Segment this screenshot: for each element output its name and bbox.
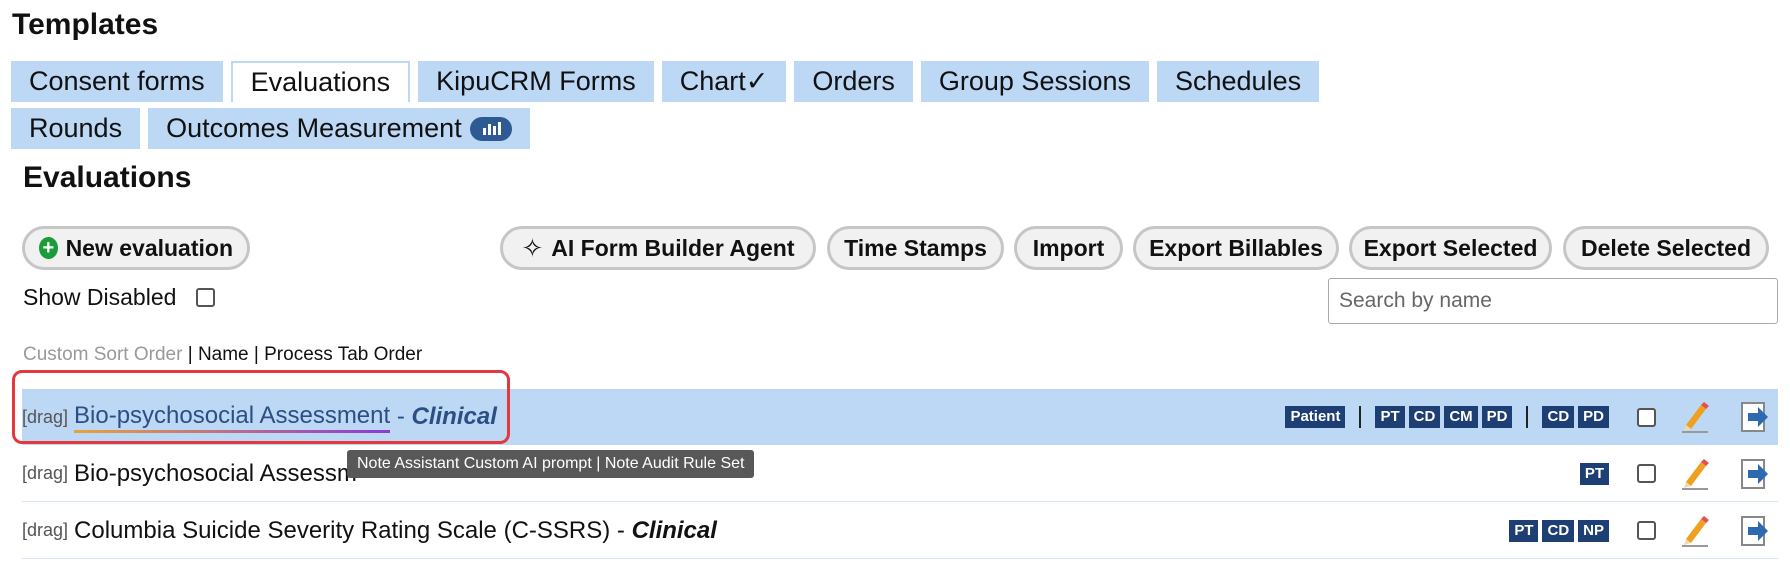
sort-custom-order[interactable]: Custom Sort Order [23,344,182,365]
section-title: Evaluations [23,161,192,194]
tag: NP [1578,519,1609,542]
row-checkbox[interactable] [1637,521,1656,540]
tag: CM [1444,406,1478,428]
drag-handle[interactable]: [drag] [22,520,68,541]
tag: CD [1408,406,1441,428]
tag-separator [1526,406,1529,428]
row-checkbox[interactable] [1637,464,1656,483]
sort-options: Custom Sort Order | Name | Process Tab O… [23,344,423,365]
tab-outcomes-measurement[interactable]: Outcomes Measurement [148,108,530,149]
evaluation-name-link[interactable]: Bio-psychosocial Assessment [74,402,390,430]
tab-chart[interactable]: Chart✓ [661,61,787,102]
tag: CD [1542,519,1575,542]
export-icon[interactable] [1740,515,1770,547]
sort-process-tab-order[interactable]: Process Tab Order [264,344,422,365]
export-icon[interactable] [1740,401,1770,433]
tab-rounds[interactable]: Rounds [11,108,141,149]
delete-selected-button[interactable]: Delete Selected [1563,226,1769,270]
table-row[interactable]: [drag] Columbia Suicide Severity Rating … [22,503,1778,559]
pencil-icon[interactable] [1680,458,1710,490]
export-selected-button[interactable]: Export Selected [1349,226,1552,270]
table-row[interactable]: [drag] Bio-psychosocial Assessment - Cli… [22,389,1778,445]
tag-patient: Patient [1285,406,1346,428]
name-underline [74,429,391,433]
import-button[interactable]: Import [1014,226,1123,270]
tag: PT [1509,519,1539,542]
time-stamps-button[interactable]: Time Stamps [827,226,1004,270]
tab-kipucrm-forms[interactable]: KipuCRM Forms [418,61,654,102]
export-icon[interactable] [1740,458,1770,490]
tab-schedules[interactable]: Schedules [1157,61,1320,102]
plus-icon: + [39,237,58,259]
tab-consent-forms[interactable]: Consent forms [11,61,223,102]
tag: PT [1375,406,1405,428]
page-title: Templates [12,8,159,41]
drag-handle[interactable]: [drag] [22,407,68,428]
pencil-icon[interactable] [1680,515,1710,547]
new-evaluation-button[interactable]: + New evaluation [22,226,250,270]
tag-separator [1359,406,1362,428]
evaluation-name-link[interactable]: Bio-psychosocial Assessm [74,460,357,488]
sort-name[interactable]: Name [198,344,249,365]
sparkle-icon: ✧ [521,233,544,263]
show-disabled-label: Show Disabled [23,284,177,310]
drag-handle[interactable]: [drag] [22,463,68,484]
tag: PD [1481,406,1513,428]
template-tabs: Consent forms Evaluations KipuCRM Forms … [11,61,1451,149]
tab-orders[interactable]: Orders [794,61,913,102]
search-input[interactable] [1328,278,1778,324]
evaluation-name-link[interactable]: Columbia Suicide Severity Rating Scale (… [74,517,610,545]
export-billables-button[interactable]: Export Billables [1133,226,1339,270]
tab-group-sessions[interactable]: Group Sessions [920,61,1149,102]
tag: PD [1578,406,1609,428]
table-row[interactable]: [drag] Bio-psychosocial Assessm PT [22,446,1778,502]
tooltip: Note Assistant Custom AI prompt | Note A… [347,450,755,478]
category-label: Clinical [631,516,717,544]
bar-chart-icon [469,116,512,141]
tab-evaluations[interactable]: Evaluations [230,61,411,102]
tag: CD [1542,406,1575,428]
ai-form-builder-button[interactable]: ✧ AI Form Builder Agent [500,226,816,270]
show-disabled-filter: Show Disabled [23,284,216,311]
row-checkbox[interactable] [1637,407,1656,427]
category-label: Clinical [411,403,497,430]
pencil-icon[interactable] [1680,401,1710,433]
show-disabled-checkbox[interactable] [196,288,216,307]
tag: PT [1579,462,1609,485]
